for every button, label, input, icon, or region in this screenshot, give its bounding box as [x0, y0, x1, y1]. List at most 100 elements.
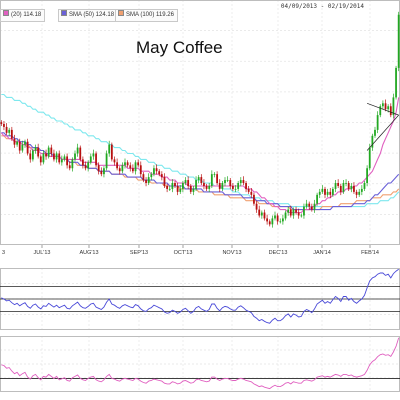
candle-body [195, 180, 197, 189]
candle-body [68, 165, 71, 169]
candle-body [47, 147, 50, 157]
candle-body [321, 188, 324, 192]
candle-body [279, 221, 282, 223]
candle-body [205, 185, 208, 189]
chart-background [0, 0, 400, 400]
candle-body [231, 185, 234, 189]
x-tick-label: NOV'13 [222, 250, 241, 256]
candle-body [10, 129, 13, 139]
candle-body [176, 185, 179, 192]
candle-body [79, 147, 82, 160]
candle-body [118, 168, 121, 172]
candle-body [360, 188, 363, 192]
candle-body [358, 191, 361, 195]
candle-body [274, 215, 276, 219]
candle-body [329, 191, 332, 195]
candle-body [110, 144, 113, 160]
candle-body [100, 171, 103, 175]
candle-body [189, 185, 192, 192]
candle-body [337, 183, 340, 186]
candle-body [281, 218, 284, 222]
candle-body [179, 188, 182, 192]
candle-body [363, 183, 366, 189]
candle-body [213, 174, 216, 175]
price-chart: 3 JUL'13 AUG'13 SEP'13 OCT'13 NOV'13 DEC'13 JAN… [0, 0, 400, 400]
candle-body [31, 150, 34, 160]
candle-body [121, 165, 124, 172]
legend-item-sma50: SMA (50) 124.18 [58, 9, 119, 22]
candle-body [24, 141, 26, 145]
candle-body [8, 129, 11, 133]
legend-swatch-sma50 [61, 10, 67, 16]
candle-body [292, 209, 295, 216]
candle-body [126, 162, 129, 166]
candle-body [239, 180, 242, 184]
candle-body [34, 147, 37, 151]
candle-body [276, 215, 279, 222]
candle-body [66, 156, 69, 166]
candle-body [60, 159, 63, 163]
candle-body [92, 153, 95, 157]
candle-body [313, 203, 316, 210]
candle-body [339, 185, 342, 192]
candle-body [108, 144, 111, 154]
candle-body [374, 129, 376, 136]
candle-body [318, 191, 321, 195]
candle-body [287, 209, 290, 213]
candle-body [392, 97, 395, 116]
candle-body [224, 180, 226, 184]
candle-body [166, 185, 169, 189]
candle-body [253, 194, 255, 204]
candle-body [105, 153, 108, 169]
x-tick-label: FEB'14 [361, 250, 379, 256]
candle-body [326, 191, 329, 195]
candle-body [21, 144, 24, 151]
candle-body [197, 177, 200, 181]
candle-body [342, 183, 345, 192]
candle-body [174, 183, 176, 186]
candle-body [242, 180, 245, 184]
candle-body [384, 103, 387, 110]
candle-body [192, 188, 195, 192]
candle-body [97, 165, 100, 172]
candle-body [42, 153, 45, 163]
candle-body [397, 14, 400, 68]
candle-body [129, 165, 132, 169]
candle-body [389, 106, 392, 116]
candle-body [229, 180, 232, 186]
candle-body [184, 180, 187, 184]
candle-body [131, 168, 134, 172]
candle-body [295, 209, 297, 213]
candle-body [268, 221, 271, 225]
candle-body [218, 183, 221, 189]
candle-body [284, 212, 287, 219]
candle-body [53, 153, 55, 160]
candle-body [63, 156, 66, 160]
candle-body [250, 191, 253, 195]
candle-body [208, 185, 211, 189]
candle-body [324, 188, 326, 195]
candle-body [55, 153, 58, 160]
candle-body [74, 153, 76, 160]
candle-body [87, 162, 90, 169]
candle-body [245, 183, 247, 189]
candle-body [210, 174, 213, 186]
date-range: 04/09/2013 - 02/19/2014 [280, 3, 364, 10]
candle-body [16, 141, 19, 145]
candle-body [171, 183, 174, 189]
x-tick-label: OCT'13 [174, 250, 193, 256]
legend-label-sma50: SMA (50) 124.18 [69, 12, 115, 18]
legend-swatch-ma20 [3, 10, 9, 16]
candle-body [153, 168, 155, 175]
candle-body [160, 174, 163, 178]
candle-body [147, 177, 150, 184]
candle-body [45, 153, 47, 157]
candle-body [305, 203, 308, 207]
legend-label-sma100: SMA (100) 119.26 [126, 12, 174, 18]
candle-body [124, 162, 126, 166]
candle-body [187, 180, 190, 186]
candle-body [181, 183, 184, 189]
candle-body [263, 212, 266, 219]
candle-body [379, 106, 382, 116]
candle-body [387, 106, 390, 110]
